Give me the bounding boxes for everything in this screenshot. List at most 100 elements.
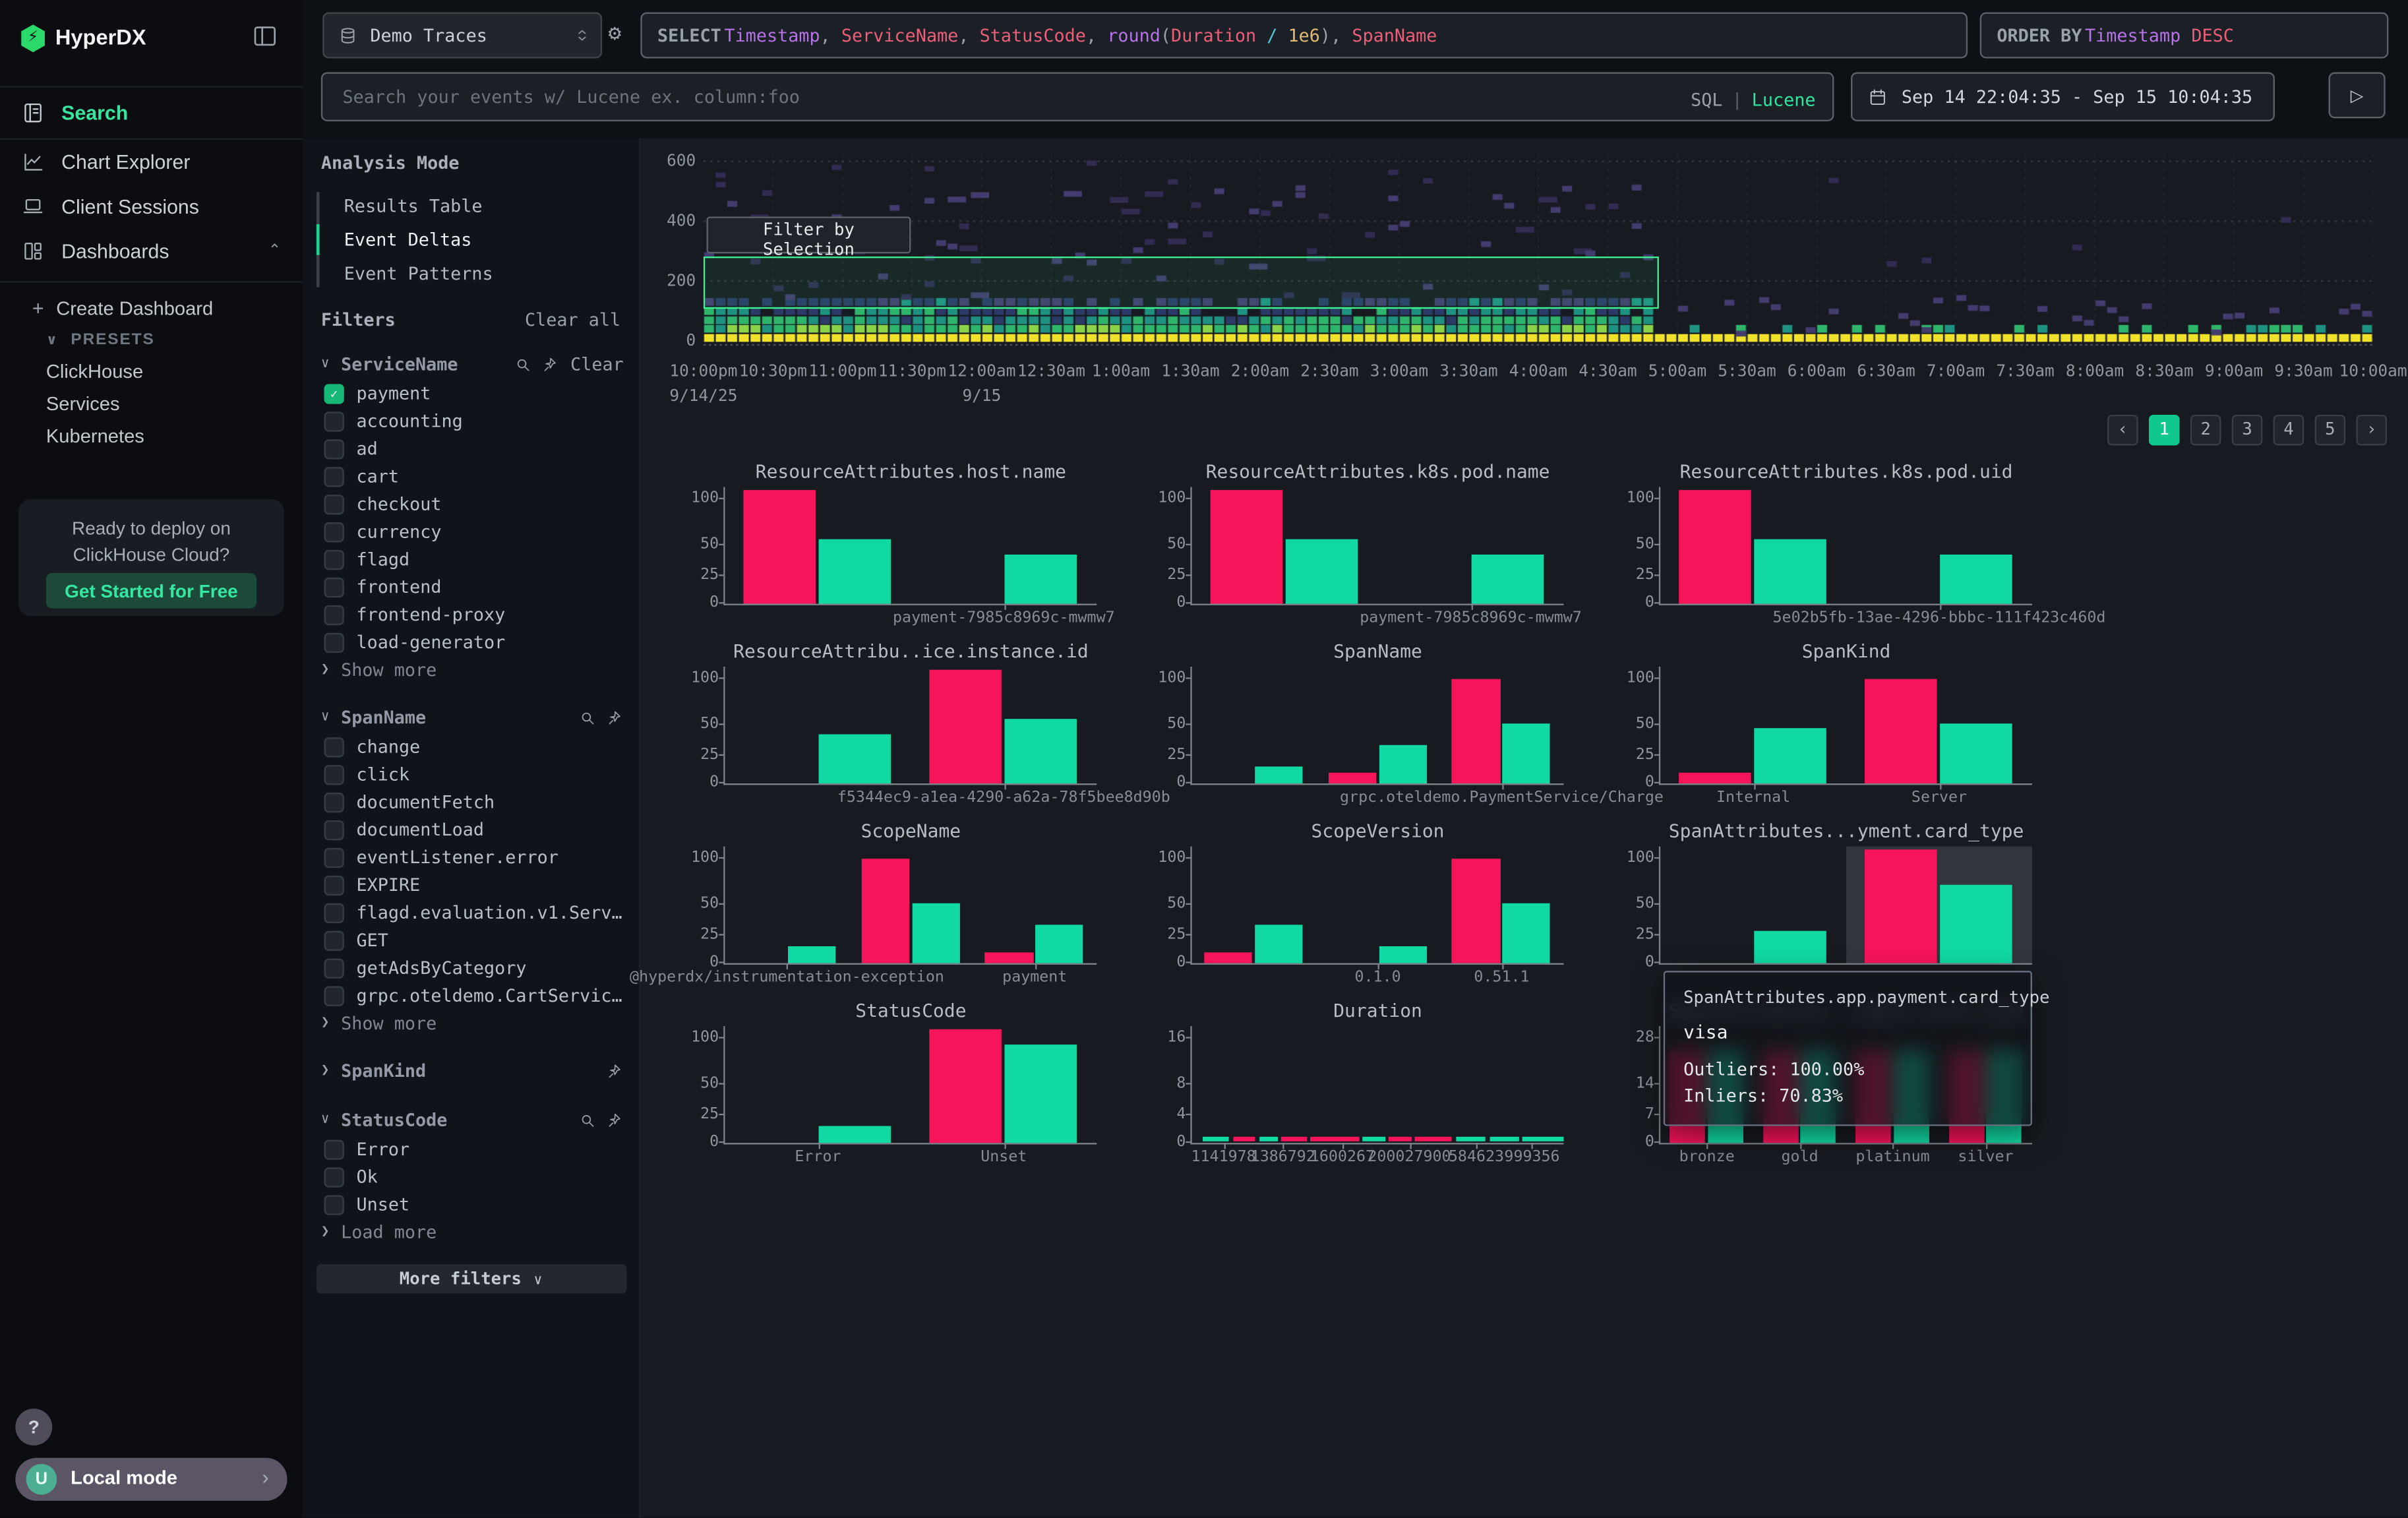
checkbox-unchecked[interactable] bbox=[324, 1194, 344, 1214]
inlier-bar[interactable] bbox=[912, 903, 960, 963]
checkbox-unchecked[interactable] bbox=[324, 522, 344, 541]
analysis-mode-event-patterns[interactable]: Event Patterns bbox=[316, 257, 639, 290]
outlier-bar[interactable] bbox=[744, 489, 816, 603]
more-filters-button[interactable]: More filters∨ bbox=[316, 1264, 626, 1293]
checkbox-unchecked[interactable] bbox=[324, 764, 344, 784]
inlier-segment[interactable] bbox=[1363, 1137, 1385, 1141]
inlier-bar[interactable] bbox=[1004, 1045, 1077, 1143]
checkbox-unchecked[interactable] bbox=[324, 820, 344, 839]
help-button[interactable]: ? bbox=[15, 1409, 52, 1445]
inlier-bar[interactable] bbox=[1754, 729, 1826, 783]
filter-group-header-spankind[interactable]: ❯SpanKind bbox=[321, 1055, 624, 1086]
inlier-bar[interactable] bbox=[1503, 723, 1551, 783]
sidebar-item-client-sessions[interactable]: Client Sessions bbox=[0, 185, 303, 229]
outlier-segment[interactable] bbox=[1415, 1137, 1452, 1141]
inlier-segment[interactable] bbox=[1490, 1137, 1519, 1141]
select-query-input[interactable]: SELECT Timestamp, ServiceName, StatusCod… bbox=[640, 13, 1968, 59]
filter-group-header-servicename[interactable]: ∨ServiceNameClear bbox=[321, 349, 624, 380]
outlier-bar[interactable] bbox=[1211, 489, 1283, 603]
inlier-bar[interactable] bbox=[1004, 554, 1077, 604]
outlier-bar[interactable] bbox=[1452, 679, 1500, 783]
show-more-button-spanname[interactable]: ❯Show more bbox=[321, 1009, 639, 1037]
checkbox-unchecked[interactable] bbox=[324, 439, 344, 458]
account-menu[interactable]: U Local mode › bbox=[15, 1458, 287, 1501]
search-icon[interactable] bbox=[579, 1111, 596, 1128]
get-started-button[interactable]: Get Started for Free bbox=[46, 573, 256, 609]
filter-option-grpc-oteldemo-cartservic[interactable]: grpc.oteldemo.CartServic… bbox=[324, 982, 640, 1010]
search-icon[interactable] bbox=[515, 355, 532, 373]
filter-option-frontend-proxy[interactable]: frontend-proxy bbox=[324, 601, 640, 628]
checkbox-unchecked[interactable] bbox=[324, 1167, 344, 1186]
outlier-bar[interactable] bbox=[1865, 679, 1937, 783]
inlier-bar[interactable] bbox=[1472, 554, 1544, 604]
analysis-mode-event-deltas[interactable]: Event Deltas bbox=[316, 223, 639, 257]
inlier-bar[interactable] bbox=[1940, 723, 2012, 783]
run-query-button[interactable]: ▷ bbox=[2329, 72, 2386, 118]
search-input[interactable] bbox=[340, 84, 1681, 109]
sidebar-item-chart-explorer[interactable]: Chart Explorer bbox=[0, 140, 303, 185]
pin-icon[interactable] bbox=[543, 355, 560, 373]
inlier-bar[interactable] bbox=[1940, 554, 2012, 604]
pin-icon[interactable] bbox=[607, 1111, 624, 1128]
sidebar-item-dashboards[interactable]: Dashboards⌃ bbox=[0, 229, 303, 274]
inlier-bar[interactable] bbox=[788, 946, 836, 963]
create-dashboard-button[interactable]: +Create Dashboard bbox=[0, 292, 303, 324]
checkbox-unchecked[interactable] bbox=[324, 577, 344, 597]
outlier-bar[interactable] bbox=[930, 669, 1002, 783]
inlier-bar[interactable] bbox=[1379, 746, 1427, 783]
filter-option-eventlistener-error[interactable]: eventListener.error bbox=[324, 843, 640, 871]
filter-option-documentload[interactable]: documentLoad bbox=[324, 816, 640, 843]
filter-option-accounting[interactable]: accounting bbox=[324, 407, 640, 435]
inlier-bar[interactable] bbox=[1503, 903, 1551, 963]
filter-option-flagd-evaluation-v1-serv[interactable]: flagd.evaluation.v1.Serv… bbox=[324, 899, 640, 926]
outlier-segment[interactable] bbox=[1281, 1137, 1307, 1141]
outlier-bar[interactable] bbox=[1204, 952, 1252, 963]
checkbox-checked[interactable]: ✓ bbox=[324, 383, 344, 403]
checkbox-unchecked[interactable] bbox=[324, 1139, 344, 1159]
checkbox-unchecked[interactable] bbox=[324, 985, 344, 1005]
source-select[interactable]: Demo Traces bbox=[322, 13, 602, 59]
filter-option-currency[interactable]: currency bbox=[324, 518, 640, 545]
inlier-bar[interactable] bbox=[1255, 767, 1303, 783]
order-by-input[interactable]: ORDER BY Timestamp DESC bbox=[1980, 13, 2389, 59]
lang-sql[interactable]: SQL bbox=[1691, 88, 1722, 110]
language-toggle[interactable]: SQL|Lucene bbox=[1681, 82, 1815, 111]
outlier-bar[interactable] bbox=[930, 1029, 1002, 1143]
filter-option-ad[interactable]: ad bbox=[324, 435, 640, 462]
checkbox-unchecked[interactable] bbox=[324, 847, 344, 867]
checkbox-unchecked[interactable] bbox=[324, 875, 344, 895]
filter-option-expire[interactable]: EXPIRE bbox=[324, 871, 640, 899]
filter-option-click[interactable]: click bbox=[324, 760, 640, 788]
checkbox-unchecked[interactable] bbox=[324, 930, 344, 950]
load-more-button-statuscode[interactable]: ❯Load more bbox=[321, 1218, 639, 1246]
filter-group-header-statuscode[interactable]: ∨StatusCode bbox=[321, 1105, 624, 1136]
inlier-bar[interactable] bbox=[1286, 539, 1358, 603]
outlier-segment[interactable] bbox=[1389, 1137, 1411, 1141]
checkbox-unchecked[interactable] bbox=[324, 605, 344, 624]
inlier-bar[interactable] bbox=[1004, 719, 1077, 783]
presets-header[interactable]: ∨PRESETS bbox=[0, 324, 303, 355]
clear-all-button[interactable]: Clear all bbox=[525, 309, 620, 330]
outlier-segment[interactable] bbox=[1311, 1137, 1359, 1141]
date-range-picker[interactable]: Sep 14 22:04:35 - Sep 15 10:04:35 bbox=[1851, 72, 2275, 121]
sidebar-collapse-icon[interactable] bbox=[252, 23, 278, 49]
filter-option-cart[interactable]: cart bbox=[324, 462, 640, 490]
inlier-bar[interactable] bbox=[819, 539, 891, 603]
sidebar-item-search[interactable]: Search bbox=[0, 86, 303, 140]
outlier-bar[interactable] bbox=[861, 858, 909, 963]
outlier-bar[interactable] bbox=[1679, 772, 1751, 783]
search-icon[interactable] bbox=[579, 709, 596, 726]
preset-item-kubernetes[interactable]: Kubernetes bbox=[0, 419, 303, 452]
inlier-bar[interactable] bbox=[1379, 946, 1427, 963]
inlier-bar[interactable] bbox=[1255, 925, 1303, 963]
filter-option-payment[interactable]: ✓payment bbox=[324, 379, 640, 407]
lang-lucene[interactable]: Lucene bbox=[1752, 88, 1816, 110]
outlier-bar[interactable] bbox=[1328, 772, 1376, 783]
inlier-segment[interactable] bbox=[1456, 1137, 1486, 1141]
inlier-bar[interactable] bbox=[1754, 932, 1826, 963]
filter-option-get[interactable]: GET bbox=[324, 926, 640, 954]
inlier-segment[interactable] bbox=[1522, 1137, 1563, 1141]
filter-option-getadsbycategory[interactable]: getAdsByCategory bbox=[324, 954, 640, 982]
filter-option-flagd[interactable]: flagd bbox=[324, 545, 640, 573]
checkbox-unchecked[interactable] bbox=[324, 632, 344, 652]
